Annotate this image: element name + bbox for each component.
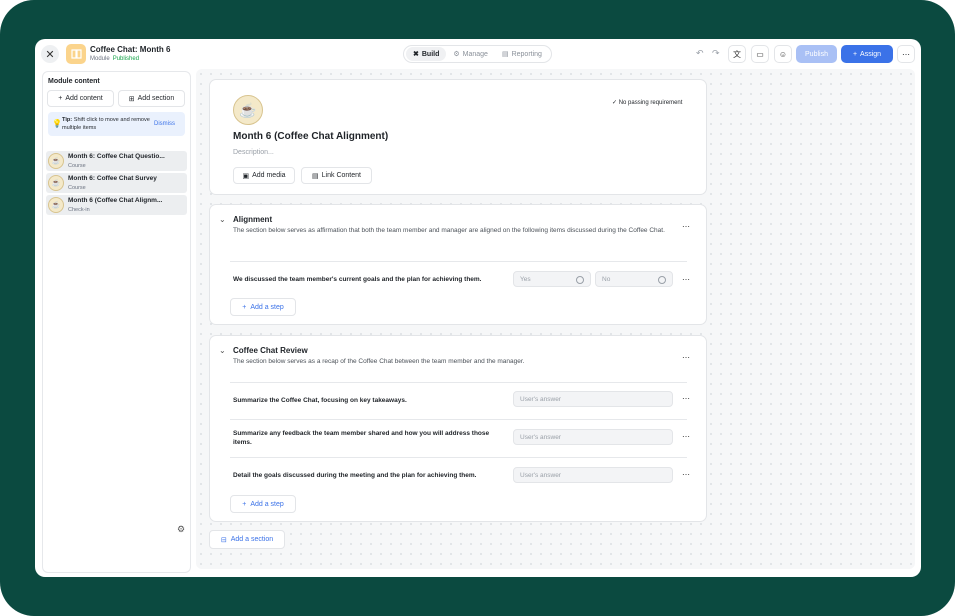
sidebar-item-coffee-chat-questions[interactable]: ☕ Month 6: Coffee Chat Questio... Course [46,151,187,171]
radio-icon [576,276,584,284]
section-alignment: ⌄ Alignment The section below serves as … [209,204,707,325]
add-section-icon: ⊟ [220,536,227,544]
tab-build[interactable]: ✖ Build [406,47,447,61]
tip-text: Tip: Shift click to move and remove mult… [62,117,150,131]
answer-field[interactable]: User's answer [513,429,673,445]
section-title[interactable]: Alignment [233,215,272,224]
app-window: ✕ Coffee Chat: Month 6 Module Published ✖… [35,39,921,577]
settings-gear-icon[interactable]: ⚙ [177,524,185,535]
device-frame: ✕ Coffee Chat: Month 6 Module Published ✖… [0,0,955,616]
document-icon: ▤ [501,51,509,58]
dismiss-tip-button[interactable]: Dismiss [154,121,175,127]
question-more-icon[interactable]: ⋯ [682,432,690,441]
no-check-icon: ✓ [612,100,618,106]
image-icon: ▣ [242,172,250,180]
description-field[interactable]: Description... [233,149,274,156]
section-more-icon[interactable]: ⋯ [682,353,690,362]
question-text[interactable]: Summarize any feedback the team member s… [233,429,503,447]
sidebar-title: Module content [48,78,100,85]
more-options-button[interactable]: ⋯ [897,45,915,63]
section-description[interactable]: The section below serves as affirmation … [233,226,673,236]
question-more-icon[interactable]: ⋯ [682,394,690,403]
undo-icon[interactable]: ↶ [696,48,704,59]
close-button[interactable]: ✕ [41,45,59,63]
question-more-icon[interactable]: ⋯ [682,470,690,479]
section-more-icon[interactable]: ⋯ [682,222,690,231]
add-section-button[interactable]: ⊞ Add section [118,90,185,107]
link-content-button[interactable]: ▤ Link Content [301,167,372,184]
question-text[interactable]: Summarize the Coffee Chat, focusing on k… [233,396,493,405]
comments-button[interactable]: ▭ [751,45,769,63]
tab-reporting[interactable]: ▤ Reporting [495,47,549,61]
publish-button[interactable]: Publish [796,45,837,63]
divider [230,457,687,458]
content-thumbnail-icon: ☕ [48,153,64,169]
gear-icon: ⚙ [453,51,460,58]
plus-icon: + [58,95,63,102]
close-icon: ✕ [45,48,55,61]
translate-button[interactable]: 文 [728,45,746,63]
translate-icon: 文 [733,49,741,59]
divider [230,419,687,420]
module-icon [66,44,86,64]
question-text[interactable]: We discussed the team member's current g… [233,275,482,284]
option-no[interactable]: No [595,271,673,287]
option-yes[interactable]: Yes [513,271,591,287]
status-badge: Published [112,56,140,62]
redo-icon[interactable]: ↷ [712,48,720,59]
comment-icon: ▭ [756,49,764,59]
add-step-button[interactable]: + Add a step [230,495,296,513]
editor-canvas: ☕ ✓ No passing requirement Month 6 (Coff… [196,69,915,569]
coffee-chat-thumbnail-icon[interactable]: ☕ [233,95,263,125]
document-icon: ▤ [312,172,319,180]
content-thumbnail-icon: ☕ [48,197,64,213]
divider [230,261,687,262]
collaborators-button[interactable]: ☺ [774,45,792,63]
top-bar: ✕ Coffee Chat: Month 6 Module Published ✖… [35,39,921,69]
more-icon: ⋯ [902,49,910,59]
section-description[interactable]: The section below serves as a recap of t… [233,357,673,367]
users-icon: ☺ [778,49,788,59]
module-sidebar: Module content + Add content ⊞ Add section… [42,71,191,573]
checkin-header-card: ☕ ✓ No passing requirement Month 6 (Coff… [209,79,707,195]
module-title: Coffee Chat: Month 6 [90,45,171,54]
plus-icon: + [242,303,247,311]
section-title[interactable]: Coffee Chat Review [233,346,308,355]
plus-icon: + [852,50,858,58]
add-content-button[interactable]: + Add content [47,90,114,107]
section-coffee-chat-review: ⌄ Coffee Chat Review The section below s… [209,335,707,522]
add-step-button[interactable]: + Add a step [230,298,296,316]
add-media-button[interactable]: ▣ Add media [233,167,295,184]
answer-field[interactable]: User's answer [513,467,673,483]
module-subtitle: Module Published [90,56,139,62]
divider [230,382,687,383]
lightbulb-icon: 💡 [52,119,62,128]
plus-icon: + [242,500,247,508]
sidebar-item-coffee-chat-alignment[interactable]: ☕ Month 6 (Coffee Chat Alignm... Check-i… [46,195,187,215]
page-title[interactable]: Month 6 (Coffee Chat Alignment) [233,131,388,142]
chevron-down-icon[interactable]: ⌄ [219,215,226,224]
radio-icon [658,276,666,284]
tip-banner: 💡 Tip: Shift click to move and remove mu… [48,112,185,136]
assign-button[interactable]: + Assign [841,45,893,63]
passing-requirement[interactable]: ✓ No passing requirement [612,99,682,106]
build-icon: ✖ [413,51,419,58]
chevron-down-icon[interactable]: ⌄ [219,346,226,355]
module-type: Module [90,56,110,62]
content-thumbnail-icon: ☕ [48,175,64,191]
tab-manage[interactable]: ⚙ Manage [446,47,495,61]
add-section-icon: ⊞ [128,95,135,103]
question-text[interactable]: Detail the goals discussed during the me… [233,471,508,480]
sidebar-item-coffee-chat-survey[interactable]: ☕ Month 6: Coffee Chat Survey Course [46,173,187,193]
question-more-icon[interactable]: ⋯ [682,275,690,284]
add-section-button[interactable]: ⊟ Add a section [209,530,285,549]
view-tabs: ✖ Build ⚙ Manage ▤ Reporting [403,45,552,63]
answer-field[interactable]: User's answer [513,391,673,407]
